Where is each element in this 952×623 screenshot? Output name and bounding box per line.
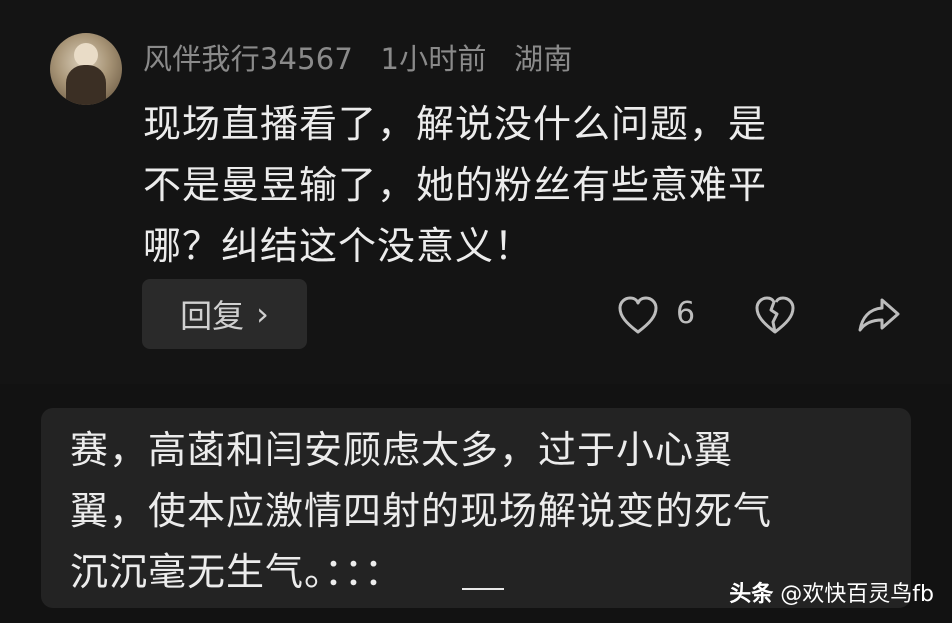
comment-actions: 6 — [0, 290, 952, 340]
comment-line: 现场直播看了，解说没什么问题，是 — [143, 102, 768, 146]
watermark-brand: 头条 — [729, 582, 774, 607]
comment-line: 不是曼昱输了，她的粉丝有些意难平 — [143, 163, 768, 207]
avatar[interactable] — [50, 33, 122, 105]
comment-meta: 风伴我行34567 1小时前 湖南 — [143, 36, 591, 78]
like-count: 6 — [676, 296, 696, 331]
share-arrow-icon[interactable] — [856, 294, 902, 336]
username[interactable]: 风伴我行34567 — [143, 42, 353, 76]
comment-location: 湖南 — [514, 42, 573, 76]
comment-line: 哪？纠结这个没意义！ — [143, 224, 534, 268]
comment-text: 现场直播看了，解说没什么问题，是 不是曼昱输了，她的粉丝有些意难平 哪？纠结这个… — [143, 94, 903, 277]
watermark: 头条 @欢快百灵鸟fb — [729, 576, 934, 608]
quote-line: 赛，高菡和闫安顾虑太多，过于小心翼 — [70, 428, 734, 472]
avatar-head — [74, 43, 98, 67]
text-underline — [462, 588, 504, 590]
avatar-body — [66, 65, 106, 105]
quote-line: 翼，使本应激情四射的现场解说变的死气 — [70, 489, 773, 533]
heart-outline-icon[interactable] — [616, 294, 660, 336]
comment-card: 风伴我行34567 1小时前 湖南 现场直播看了，解说没什么问题，是 不是曼昱输… — [0, 0, 952, 384]
watermark-handle: @欢快百灵鸟fb — [780, 582, 934, 607]
broken-heart-icon[interactable] — [753, 294, 797, 336]
comment-time: 1小时前 — [380, 42, 487, 76]
